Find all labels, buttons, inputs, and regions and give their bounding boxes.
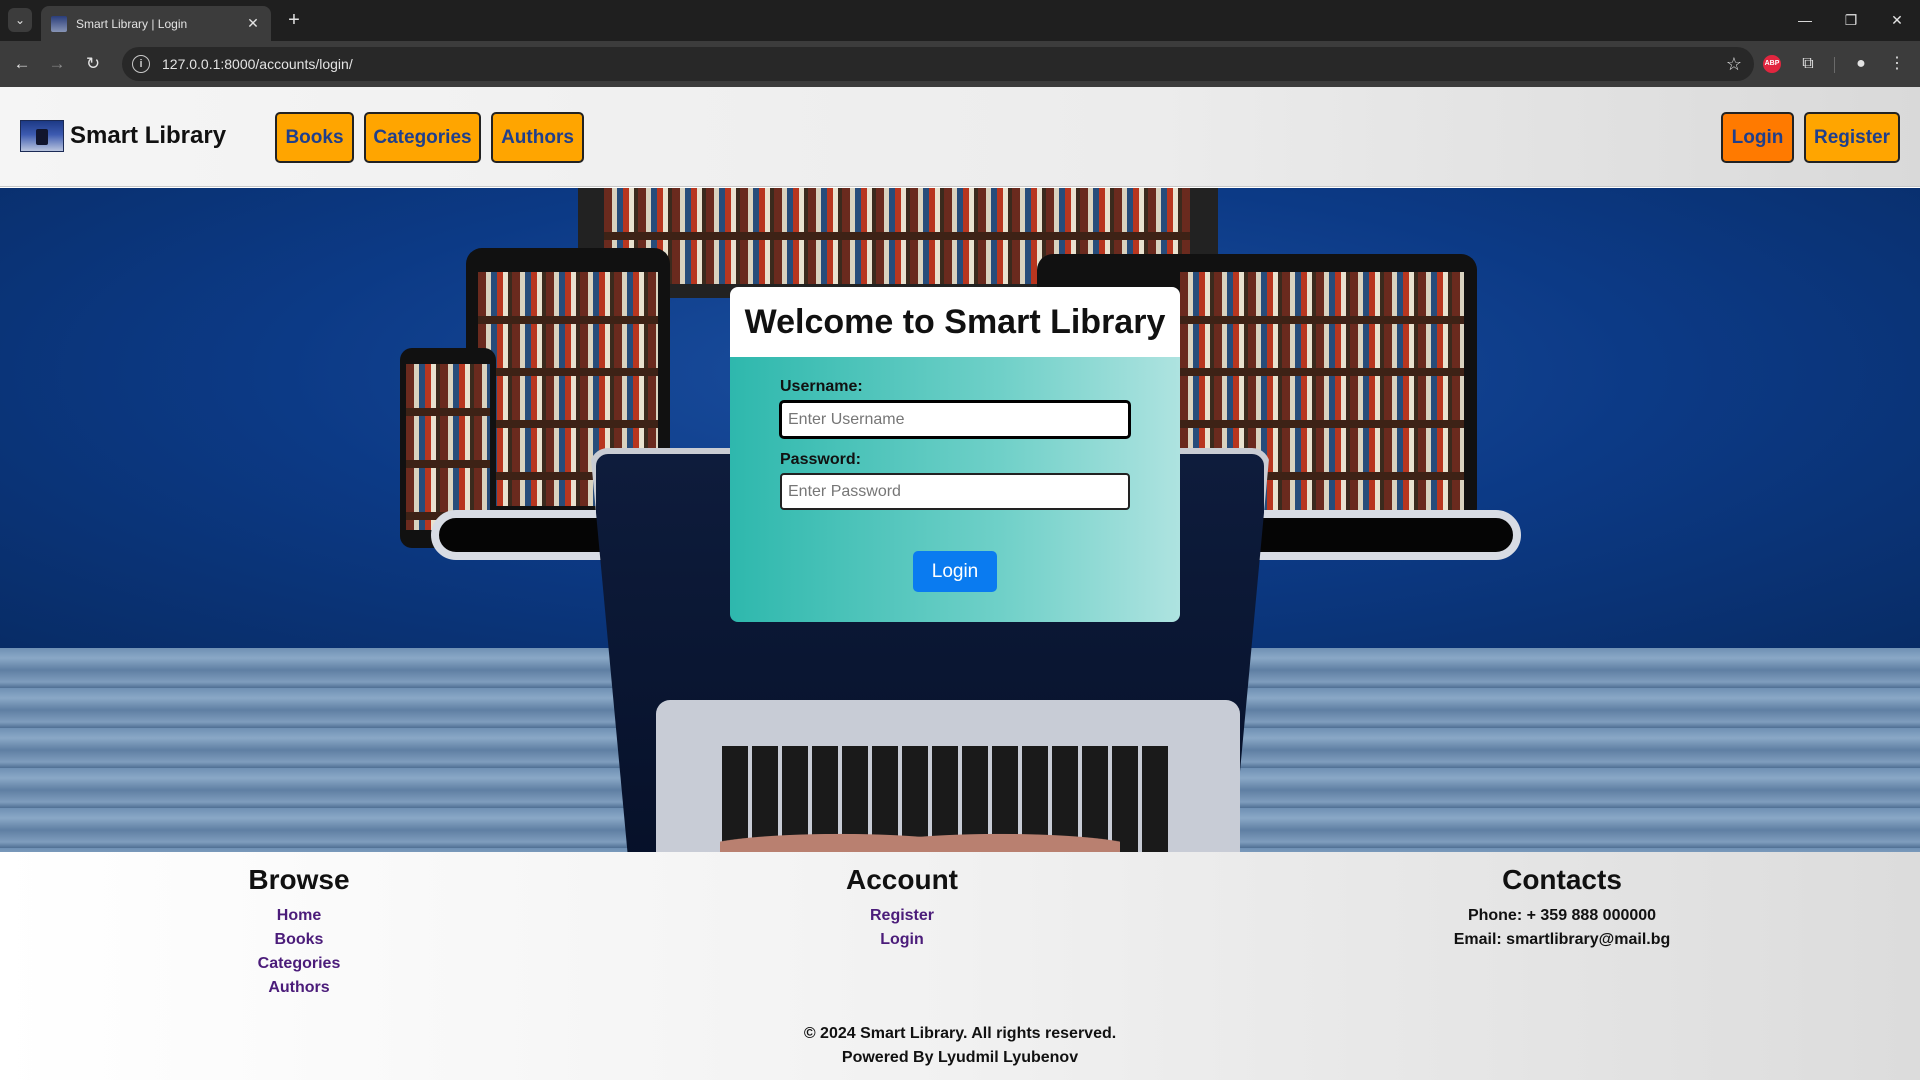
footer-contacts-heading: Contacts <box>1502 864 1622 895</box>
tab-search-icon[interactable]: ⌄ <box>8 8 32 32</box>
footer-browse-heading: Browse <box>248 864 350 895</box>
url-text[interactable]: 127.0.0.1:8000/accounts/login/ <box>162 56 1726 72</box>
footer-account-heading: Account <box>846 864 958 895</box>
new-tab-icon[interactable]: + <box>282 9 306 33</box>
site-header: Smart Library Books Categories Authors L… <box>0 87 1920 187</box>
header-register-button[interactable]: Register <box>1804 112 1900 163</box>
adblock-icon[interactable]: ABP <box>1763 55 1781 73</box>
login-form: Username: Password: Login <box>730 357 1180 622</box>
toolbar-divider <box>1834 57 1835 73</box>
username-input[interactable] <box>780 401 1130 438</box>
password-input[interactable] <box>780 473 1130 510</box>
minimize-icon[interactable]: — <box>1790 8 1820 32</box>
footer-link-home[interactable]: Home <box>199 904 399 928</box>
typing-hands <box>720 818 1120 852</box>
site-footer: Browse Home Books Categories Authors Acc… <box>0 852 1920 1080</box>
library-logo-icon <box>20 120 64 152</box>
profile-icon[interactable]: ● <box>1850 53 1872 75</box>
browser-tab[interactable]: Smart Library | Login ✕ <box>41 6 271 41</box>
footer-browse: Browse Home Books Categories Authors <box>199 864 399 1000</box>
login-card-header: Welcome to Smart Library <box>730 287 1180 357</box>
header-login-button[interactable]: Login <box>1721 112 1794 163</box>
menu-kebab-icon[interactable]: ⋮ <box>1886 53 1908 75</box>
back-icon[interactable]: ← <box>8 50 36 78</box>
username-label: Username: <box>780 378 863 395</box>
browser-tab-strip: ⌄ Smart Library | Login ✕ + — ❐ ✕ <box>0 0 1920 41</box>
nav-books-button[interactable]: Books <box>275 112 354 163</box>
footer-link-register[interactable]: Register <box>802 904 1002 928</box>
bookmark-star-icon[interactable]: ☆ <box>1726 54 1742 75</box>
tab-close-icon[interactable]: ✕ <box>245 15 261 32</box>
browser-toolbar: ← → ↻ i 127.0.0.1:8000/accounts/login/ ☆… <box>0 41 1920 87</box>
nav-categories-button[interactable]: Categories <box>364 112 481 163</box>
copyright-text: © 2024 Smart Library. All rights reserve… <box>803 1025 1117 1042</box>
copyright: © 2024 Smart Library. All rights reserve… <box>0 1022 1920 1070</box>
nav-authors-button[interactable]: Authors <box>491 112 584 163</box>
brand[interactable]: Smart Library <box>20 120 226 152</box>
login-title: Welcome to Smart Library <box>744 302 1166 341</box>
reload-icon[interactable]: ↻ <box>79 50 107 78</box>
phone-bookshelf <box>406 364 490 530</box>
footer-email: Email: smartlibrary@mail.bg <box>1453 931 1671 948</box>
close-window-icon[interactable]: ✕ <box>1882 8 1912 32</box>
address-bar[interactable]: i 127.0.0.1:8000/accounts/login/ ☆ <box>122 47 1754 81</box>
footer-account: Account Register Login <box>802 864 1002 952</box>
footer-link-login[interactable]: Login <box>802 928 1002 952</box>
favicon-icon <box>51 15 67 32</box>
password-label: Password: <box>780 451 861 468</box>
footer-link-books[interactable]: Books <box>199 928 399 952</box>
brand-name: Smart Library <box>70 122 227 149</box>
login-submit-button[interactable]: Login <box>913 551 997 592</box>
extensions-icon[interactable]: ⧉ <box>1797 53 1819 75</box>
footer-link-authors[interactable]: Authors <box>199 976 399 1000</box>
footer-phone: Phone: + 359 888 000000 <box>1467 907 1657 924</box>
footer-contacts: Contacts Phone: + 359 888 000000 Email: … <box>1412 864 1712 952</box>
powered-by-text: Powered By Lyudmil Lyubenov <box>841 1049 1079 1066</box>
forward-icon[interactable]: → <box>43 50 71 78</box>
site-info-icon[interactable]: i <box>132 55 150 73</box>
tab-title: Smart Library | Login <box>76 16 188 31</box>
footer-link-categories[interactable]: Categories <box>199 952 399 976</box>
restore-icon[interactable]: ❐ <box>1836 8 1866 32</box>
